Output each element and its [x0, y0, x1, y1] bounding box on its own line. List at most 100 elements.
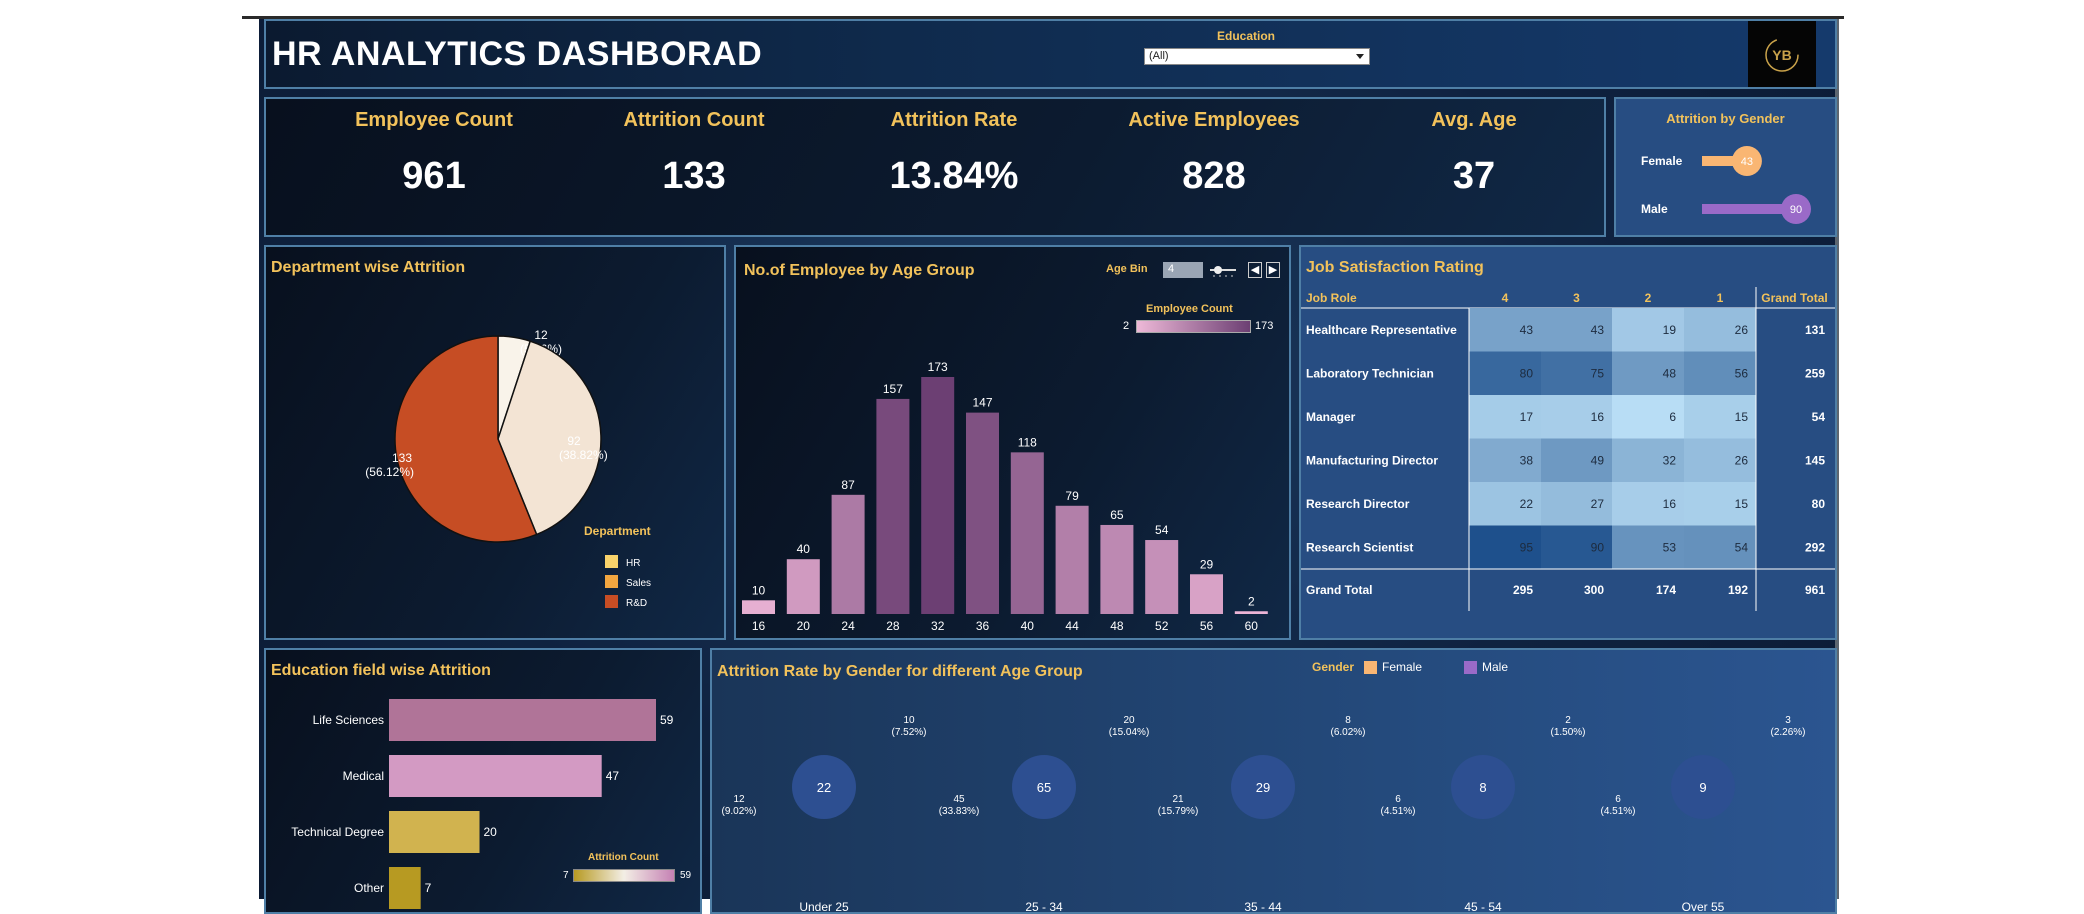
- attrition-count-legend-max: 59: [680, 870, 692, 881]
- job-sat-row-total: 80: [1812, 497, 1826, 511]
- chevron-left-icon[interactable]: ◀: [1248, 262, 1262, 278]
- female-value-label: 8: [1345, 715, 1351, 726]
- kpi-label: Employee Count: [355, 109, 513, 131]
- job-sat-cell-value: 16: [1591, 410, 1605, 424]
- job-sat-cell-value: 19: [1663, 323, 1677, 337]
- education-filter[interactable]: (All): [1144, 48, 1370, 65]
- donut-center-total: 9: [1699, 780, 1706, 795]
- department-attrition-panel: Department wise Attrition 12(5.06%)92(38…: [264, 245, 726, 640]
- age-group-bar-chart: 10 16 40 20 87 24 157 28 173 32 147 36 118 40 79 44 65 48…: [742, 360, 1268, 633]
- education-field-title: Education field wise Attrition: [271, 662, 491, 679]
- age-bar-value-label: 29: [1200, 557, 1214, 571]
- gender-chart: Female 43 Male 90: [1641, 146, 1811, 224]
- dashboard: HR ANALYTICS DASHBORAD Education (All) Y…: [259, 19, 1839, 914]
- kpi-label: Avg. Age: [1431, 109, 1517, 131]
- age-tick-label: 28: [886, 619, 900, 633]
- age-tick-label: 56: [1200, 619, 1214, 633]
- age-bar-value-label: 40: [797, 542, 811, 556]
- job-sat-cell-value: 90: [1591, 540, 1605, 554]
- age-bar-value-label: 118: [1018, 435, 1037, 449]
- education-field-panel: Education field wise Attrition Life Scie…: [264, 648, 702, 914]
- chevron-right-icon[interactable]: ▶: [1266, 262, 1280, 278]
- job-sat-cell-value: 15: [1735, 410, 1749, 424]
- job-sat-row-total: 259: [1805, 366, 1825, 380]
- age-tick-label: 32: [931, 619, 945, 633]
- job-sat-cell-value: 27: [1591, 497, 1605, 511]
- svg-text:YB: YB: [1772, 47, 1791, 63]
- chevron-down-icon[interactable]: [1356, 54, 1364, 59]
- female-value-label: 20: [1123, 715, 1135, 726]
- age-group-title: No.of Employee by Age Group: [744, 262, 975, 279]
- age-tick-label: 36: [976, 619, 990, 633]
- age-bar-value-label: 54: [1155, 523, 1169, 537]
- employee-count-legend-max: 173: [1255, 320, 1274, 332]
- job-satisfaction-title: Job Satisfaction Rating: [1306, 259, 1484, 276]
- donut-center-total: 29: [1256, 780, 1270, 795]
- education-field-bar: [389, 867, 421, 909]
- job-role-label: Manufacturing Director: [1306, 453, 1438, 467]
- gender-legend-title: Gender: [1312, 660, 1355, 674]
- education-field-label: Life Sciences: [313, 713, 384, 727]
- age-bar-value-label: 65: [1110, 508, 1124, 522]
- attrition-by-gender-title: Attrition by Gender: [1666, 111, 1785, 126]
- female-value-label: 2: [1565, 715, 1571, 726]
- male-pct-label: (4.51%): [1380, 806, 1415, 817]
- header-bar: HR ANALYTICS DASHBORAD Education (All) Y…: [264, 19, 1837, 89]
- job-sat-cell-value: 43: [1591, 323, 1605, 337]
- female-pct-label: (1.50%): [1550, 727, 1585, 738]
- education-field-value: 7: [425, 881, 432, 895]
- job-role-label: Manager: [1306, 410, 1356, 424]
- job-satisfaction-table: Job Role 4 3 2 1 Grand TotalHealthcare Repres…: [1301, 287, 1835, 611]
- age-tick-label: 60: [1245, 619, 1259, 633]
- job-sat-row-total: 54: [1812, 410, 1826, 424]
- job-sat-cell-value: 95: [1520, 540, 1534, 554]
- age-bar: [1190, 574, 1223, 614]
- gender-value-label: 90: [1790, 204, 1802, 216]
- age-bin-slider[interactable]: [1208, 262, 1238, 278]
- age-tick-label: 44: [1065, 619, 1079, 633]
- age-tick-label: 20: [797, 619, 811, 633]
- education-field-label: Technical Degree: [291, 825, 384, 839]
- age-tick-label: 52: [1155, 619, 1169, 633]
- job-sat-cell-value: 48: [1663, 366, 1677, 380]
- female-pct-label: (6.02%): [1330, 727, 1365, 738]
- age-bar: [1010, 452, 1044, 614]
- job-sat-cell-value: 22: [1520, 497, 1534, 511]
- job-sat-cell-value: 43: [1520, 323, 1534, 337]
- gender-value-label: 43: [1741, 156, 1753, 168]
- education-filter-label: Education: [1216, 29, 1275, 43]
- gender-age-panel: Attrition Rate by Gender for different A…: [710, 648, 1837, 914]
- gender-category-label: Female: [1641, 154, 1683, 168]
- education-field-label: Medical: [343, 769, 384, 783]
- age-group-label: Over 55: [1682, 900, 1725, 914]
- job-sat-cell-value: 17: [1520, 410, 1534, 424]
- age-bar-value-label: 10: [752, 583, 766, 597]
- female-value-label: 3: [1785, 715, 1791, 726]
- job-sat-row-total: 145: [1805, 453, 1825, 467]
- male-pct-label: (33.83%): [939, 806, 980, 817]
- kpi-value: 13.84%: [889, 155, 1019, 197]
- male-value-label: 45: [953, 794, 965, 805]
- male-pct-label: (4.51%): [1600, 806, 1635, 817]
- department-legend-label: R&D: [626, 598, 647, 609]
- department-attrition-title: Department wise Attrition: [271, 259, 466, 276]
- job-sat-cell-value: 6: [1669, 410, 1676, 424]
- job-sat-column-header: 3: [1573, 291, 1580, 305]
- logo-mark-icon: YB: [1765, 38, 1799, 72]
- age-tick-label: 40: [1021, 619, 1035, 633]
- education-field-value: 47: [606, 769, 620, 783]
- male-value-label: 6: [1615, 794, 1621, 805]
- kpi-label: Active Employees: [1128, 109, 1300, 131]
- logo: YB: [1748, 21, 1816, 87]
- job-sat-cell-value: 53: [1663, 540, 1677, 554]
- department-legend-label: Sales: [626, 578, 651, 589]
- page-title: HR ANALYTICS DASHBORAD: [272, 35, 763, 73]
- attrition-count-legend-min: 7: [563, 870, 569, 881]
- grand-total-value: 295: [1513, 583, 1533, 597]
- donut-center-total: 65: [1037, 780, 1051, 795]
- job-sat-cell-value: 38: [1520, 453, 1534, 467]
- age-bin-input[interactable]: 4: [1163, 262, 1203, 278]
- age-bar: [831, 494, 865, 614]
- job-sat-cell-value: 32: [1663, 453, 1677, 467]
- age-bar-value-label: 157: [883, 382, 903, 396]
